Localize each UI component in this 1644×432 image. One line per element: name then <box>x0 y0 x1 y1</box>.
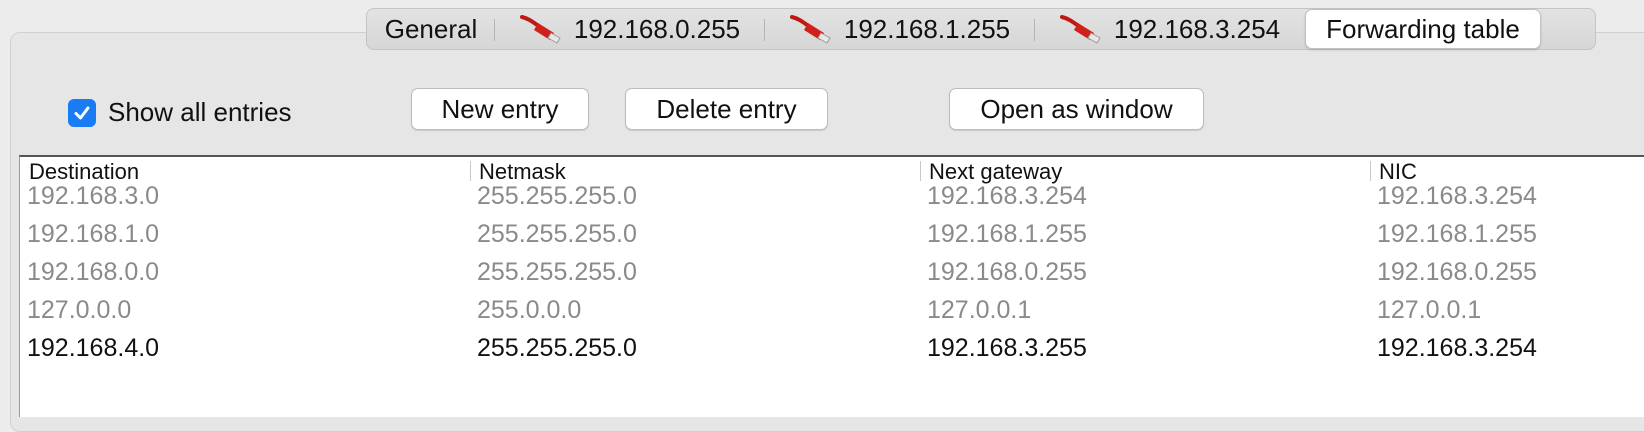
column-header-label: Netmask <box>479 159 566 184</box>
checkbox-box[interactable] <box>68 98 96 127</box>
cell-nic: 127.0.0.1 <box>1377 296 1482 324</box>
tab-label: 192.168.0.255 <box>573 13 741 44</box>
delete-entry-button[interactable]: Delete entry <box>625 88 828 130</box>
open-as-window-button[interactable]: Open as window <box>949 88 1204 130</box>
column-header-destination[interactable]: Destination <box>20 157 470 185</box>
table-header: Destination Netmask Next gateway NIC <box>20 157 1644 185</box>
tab-nic-1[interactable]: 192.168.1.255 <box>765 9 1035 49</box>
tab-label: Forwarding table <box>1326 13 1520 44</box>
tab-nic-0[interactable]: 192.168.0.255 <box>495 9 765 49</box>
cell-netmask: 255.255.255.0 <box>477 220 637 248</box>
tab-general[interactable]: General <box>367 9 495 49</box>
cell-next-gateway: 127.0.0.1 <box>927 296 1032 324</box>
cell-next-gateway: 192.168.3.255 <box>927 334 1087 362</box>
cell-netmask: 255.0.0.0 <box>477 296 582 324</box>
cell-destination: 192.168.1.0 <box>27 220 160 248</box>
table-row[interactable]: 192.168.0.0 255.255.255.0 192.168.0.255 … <box>20 253 1644 291</box>
tab-bar: General 192.168.0.255 192.168.1.255 192.… <box>366 8 1596 50</box>
show-all-entries-label: Show all entries <box>108 97 292 127</box>
cell-destination: 192.168.4.0 <box>27 334 160 362</box>
cell-destination: 192.168.0.0 <box>27 258 160 286</box>
new-entry-button[interactable]: New entry <box>411 88 589 130</box>
column-header-label: Next gateway <box>929 159 1063 184</box>
table-row[interactable]: 127.0.0.0 255.0.0.0 127.0.0.1 127.0.0.1 <box>20 291 1644 329</box>
cell-netmask: 255.255.255.0 <box>477 258 637 286</box>
cell-nic: 192.168.3.254 <box>1377 334 1537 362</box>
tab-nic-2[interactable]: 192.168.3.254 <box>1035 9 1305 49</box>
cell-netmask: 255.255.255.0 <box>477 334 637 362</box>
column-divider[interactable] <box>920 161 921 181</box>
cell-nic: 192.168.1.255 <box>1377 220 1537 248</box>
network-cable-icon <box>789 15 831 44</box>
column-header-nic[interactable]: NIC <box>1370 157 1644 185</box>
tab-forwarding-table[interactable]: Forwarding table <box>1305 9 1541 49</box>
table-row[interactable]: 192.168.4.0 255.255.255.0 192.168.3.255 … <box>20 329 1644 367</box>
column-header-label: Destination <box>29 159 140 184</box>
column-header-label: NIC <box>1379 159 1417 184</box>
cell-next-gateway: 192.168.0.255 <box>927 258 1087 286</box>
cell-destination: 127.0.0.0 <box>27 296 132 324</box>
column-header-netmask[interactable]: Netmask <box>470 157 920 185</box>
column-divider[interactable] <box>1370 161 1371 181</box>
forwarding-table[interactable]: Destination Netmask Next gateway NIC 192… <box>19 155 1644 417</box>
network-cable-icon <box>519 15 561 44</box>
column-divider[interactable] <box>470 161 471 181</box>
table-row[interactable]: 192.168.1.0 255.255.255.0 192.168.1.255 … <box>20 215 1644 253</box>
cell-next-gateway: 192.168.1.255 <box>927 220 1087 248</box>
network-cable-icon <box>1059 15 1101 44</box>
tab-label: 192.168.1.255 <box>843 13 1011 44</box>
checkmark-icon <box>74 106 90 119</box>
tab-label: General <box>384 13 478 44</box>
show-all-entries-checkbox[interactable]: Show all entries <box>68 97 292 128</box>
cell-nic: 192.168.0.255 <box>1377 258 1537 286</box>
tab-label: 192.168.3.254 <box>1113 13 1281 44</box>
column-header-next-gateway[interactable]: Next gateway <box>920 157 1370 185</box>
